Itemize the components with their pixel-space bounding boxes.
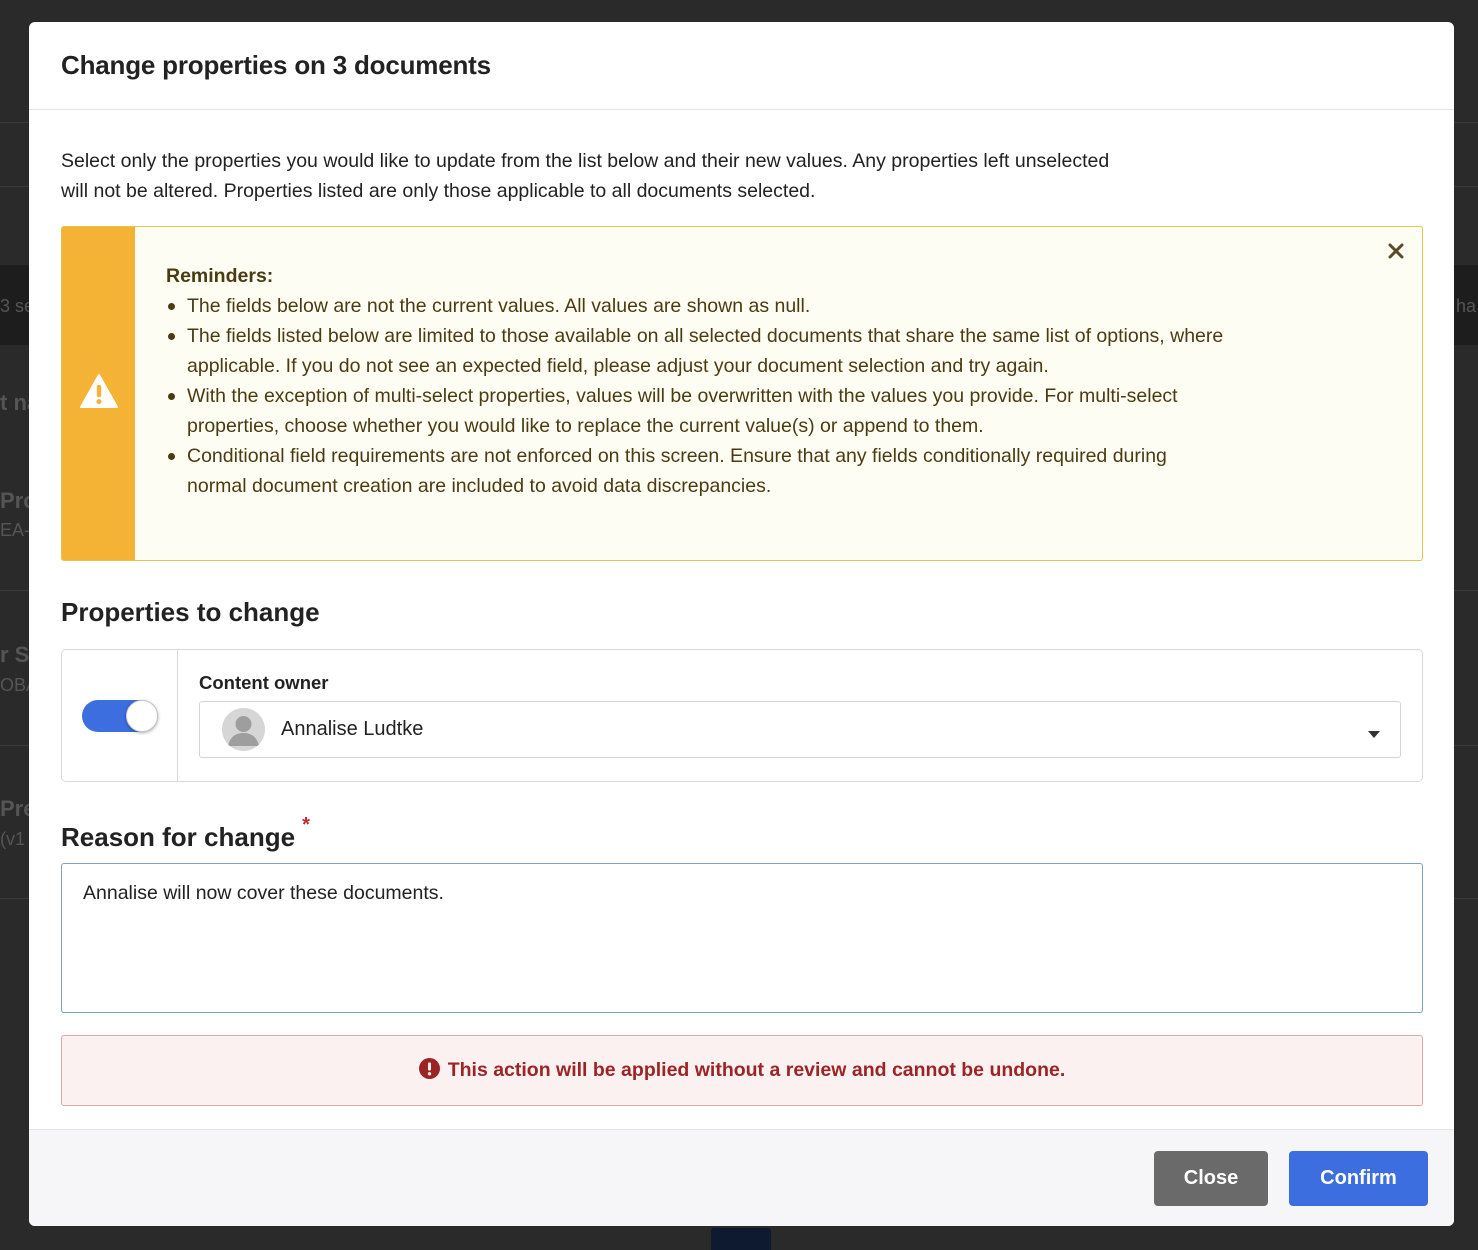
modal-header: Change properties on 3 documents <box>29 22 1454 110</box>
background-logo <box>711 1228 771 1250</box>
property-row-content-owner: Content owner Annalise Ludtke <box>61 649 1423 782</box>
content-owner-label: Content owner <box>199 672 329 693</box>
content-owner-toggle[interactable] <box>81 699 158 732</box>
background-text-fragment: (v1 <box>0 829 26 849</box>
reason-section-title: Reason for change * <box>61 814 1423 853</box>
confirm-button[interactable]: Confirm <box>1289 1150 1428 1206</box>
warning-text: This action will be applied without a re… <box>447 1059 1066 1081</box>
reason-title-text: Reason for change <box>61 822 296 852</box>
change-properties-modal: Change properties on 3 documents Select … <box>29 22 1454 1226</box>
reminders-list: The fields below are not the current val… <box>166 291 1225 501</box>
irreversible-warning: This action will be applied without a re… <box>61 1035 1423 1106</box>
reminders-close-button[interactable] <box>1384 241 1408 265</box>
modal-title: Change properties on 3 documents <box>61 50 491 80</box>
reminder-item: Conditional field requirements are not e… <box>166 441 1225 501</box>
reminders-content: Reminders: The fields below are not the … <box>135 227 1225 560</box>
close-icon <box>1388 243 1404 264</box>
content-owner-select[interactable]: Annalise Ludtke <box>199 701 1401 758</box>
reminders-stripe <box>62 227 135 560</box>
reminder-item: With the exception of multi-select prope… <box>166 381 1225 441</box>
background-text-fragment: EA- <box>0 520 31 540</box>
reminder-item: The fields listed below are limited to t… <box>166 321 1225 381</box>
reminder-item: The fields below are not the current val… <box>166 291 1225 321</box>
property-field: Content owner Annalise Ludtke <box>178 650 1422 781</box>
reminders-alert: Reminders: The fields below are not the … <box>61 226 1423 561</box>
exclamation-circle-icon <box>418 1057 440 1084</box>
background-text-fragment: ha <box>1456 296 1477 316</box>
modal-footer: Close Confirm <box>29 1129 1454 1226</box>
modal-body: Select only the properties you would lik… <box>29 110 1454 1106</box>
close-button[interactable]: Close <box>1154 1150 1268 1206</box>
reminders-heading: Reminders: <box>166 265 274 287</box>
required-marker: * <box>302 814 310 836</box>
content-owner-value: Annalise Ludtke <box>281 718 424 740</box>
properties-section-title: Properties to change <box>61 597 320 627</box>
intro-text: Select only the properties you would lik… <box>61 150 1110 202</box>
warning-triangle-icon <box>79 374 118 413</box>
reason-textarea[interactable]: Annalise will now cover these documents. <box>61 863 1423 1013</box>
user-avatar-icon <box>222 708 265 751</box>
chevron-down-icon <box>1368 726 1380 744</box>
toggle-knob <box>125 699 158 732</box>
property-toggle-cell <box>62 650 178 781</box>
